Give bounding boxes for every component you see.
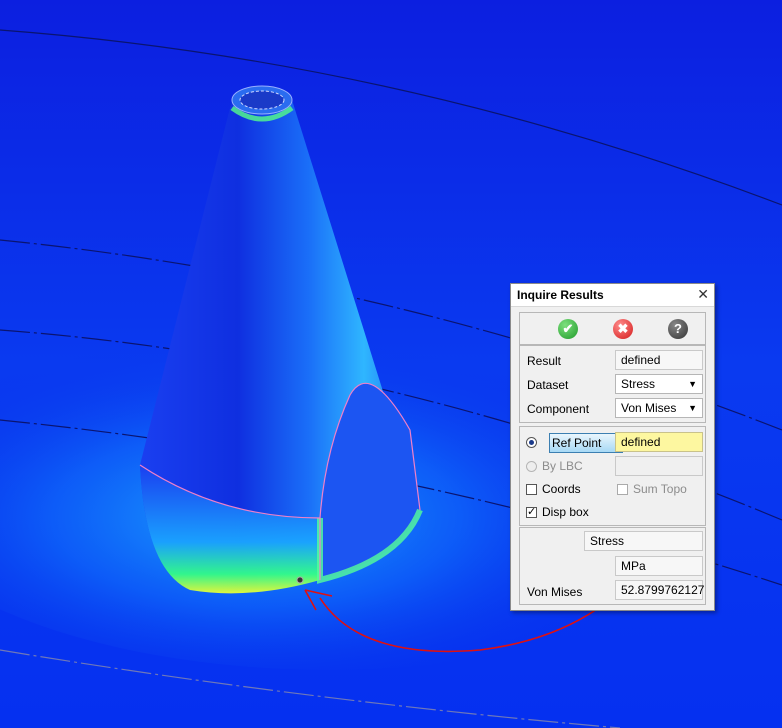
dialog-titlebar[interactable]: Inquire Results ✕ <box>511 284 714 307</box>
checkmark-icon[interactable]: ✔ <box>558 319 578 339</box>
result-value-panel: Stress MPa Von Mises 52.8799762127 <box>519 527 706 605</box>
component-dropdown[interactable]: Von Mises ▼ <box>615 398 703 418</box>
probe-point-marker[interactable] <box>296 576 304 584</box>
by-lbc-radio[interactable] <box>526 461 537 472</box>
by-lbc-label: By LBC <box>542 459 583 473</box>
result-label: Result <box>527 354 562 368</box>
output-value-field[interactable]: 52.8799762127 <box>615 580 704 600</box>
chevron-down-icon: ▼ <box>688 379 697 389</box>
coords-label: Coords <box>542 482 581 496</box>
by-lbc-field[interactable] <box>615 456 703 476</box>
disp-box-checkbox[interactable] <box>526 505 537 518</box>
cancel-icon[interactable]: ✖ <box>613 319 633 339</box>
dataset-value: Stress <box>621 377 656 391</box>
result-type-field: Stress <box>584 531 703 551</box>
dataset-label: Dataset <box>527 378 569 392</box>
display-options-panel: Disp box <box>519 505 706 526</box>
component-label: Component <box>527 402 590 416</box>
ref-point-radio[interactable] <box>526 437 537 448</box>
component-value: Von Mises <box>621 401 677 415</box>
result-selection-panel: Result defined Dataset Stress ▼ Componen… <box>519 345 706 423</box>
ref-point-field[interactable]: defined <box>615 432 703 452</box>
action-buttons-panel: ✔ ✖ ? <box>519 312 706 345</box>
help-icon[interactable]: ? <box>668 319 688 339</box>
unit-field: MPa <box>615 556 703 576</box>
output-label: Von Mises <box>527 585 583 599</box>
sum-topo-label: Sum Topo <box>633 482 687 496</box>
chevron-down-icon: ▼ <box>688 403 697 413</box>
inquire-results-dialog: Inquire Results ✕ ✔ ✖ ? Result defined D… <box>510 283 715 611</box>
result-field[interactable]: defined <box>615 350 703 370</box>
coords-checkbox[interactable] <box>526 484 537 495</box>
ref-point-button[interactable]: Ref Point <box>549 433 623 453</box>
close-icon[interactable]: ✕ <box>697 286 709 303</box>
sum-topo-checkbox[interactable] <box>617 484 628 495</box>
dialog-title: Inquire Results <box>517 288 604 302</box>
dataset-dropdown[interactable]: Stress ▼ <box>615 374 703 394</box>
location-options-panel: Ref Point defined By LBC Coords Sum Topo <box>519 426 706 507</box>
disp-box-label: Disp box <box>542 505 589 519</box>
